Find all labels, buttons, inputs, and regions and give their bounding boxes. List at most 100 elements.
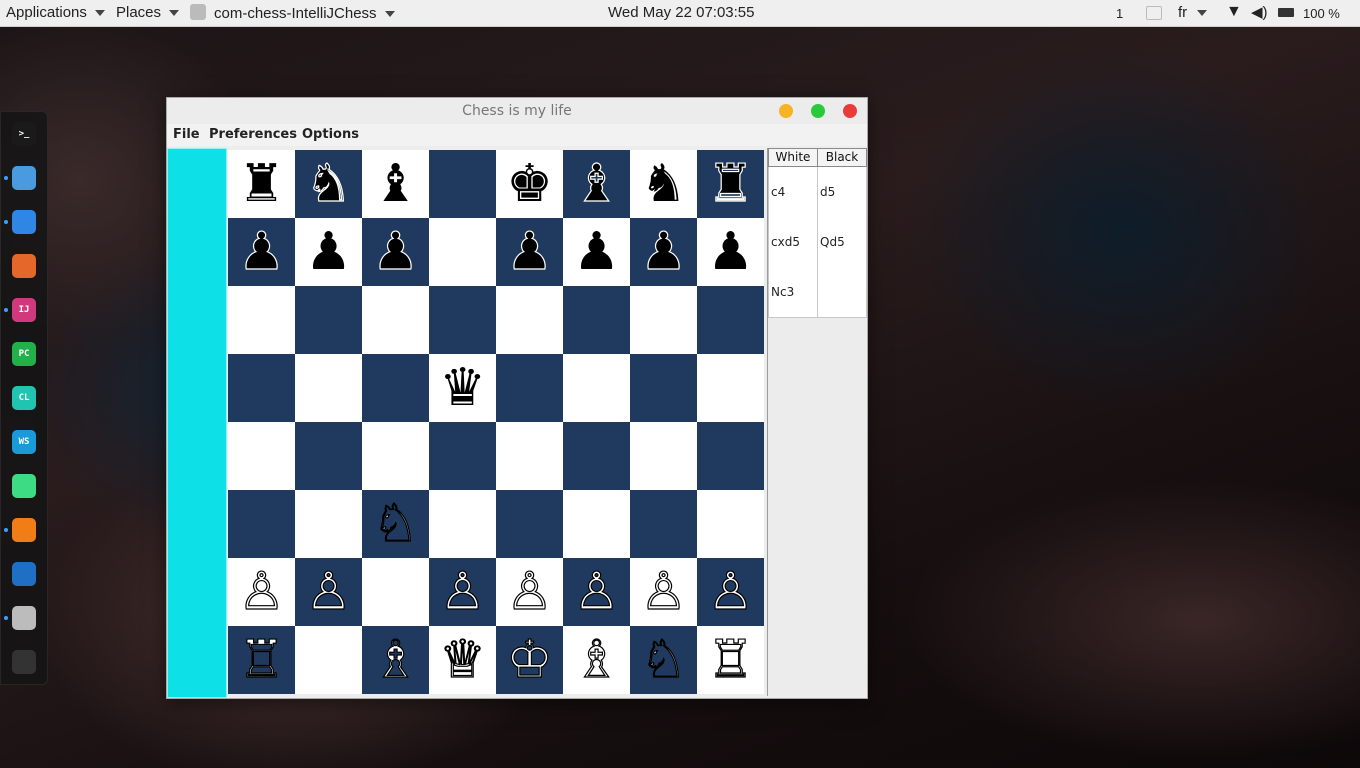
black-king-piece[interactable]: ♚	[506, 158, 553, 210]
board-square[interactable]	[697, 354, 764, 422]
clock[interactable]: Wed May 22 07:03:55	[608, 4, 754, 21]
board-square[interactable]: ♙	[429, 558, 496, 626]
board-square[interactable]	[563, 422, 630, 490]
board-square[interactable]	[496, 354, 563, 422]
close-button[interactable]	[843, 104, 857, 118]
maximize-button[interactable]	[811, 104, 825, 118]
black-pawn-piece[interactable]: ♟	[573, 226, 620, 278]
intellij-icon[interactable]: IJ	[12, 298, 36, 322]
white-rook-piece[interactable]: ♖	[707, 633, 755, 686]
black-knight-piece[interactable]: ♞	[640, 158, 687, 210]
black-move-cell[interactable]	[817, 267, 866, 317]
keyboard-layout-menu[interactable]: fr	[1178, 4, 1208, 21]
board-square[interactable]: ♟	[362, 218, 429, 286]
board-square[interactable]: ♟	[496, 218, 563, 286]
vscode-icon[interactable]	[12, 562, 36, 586]
black-column-header[interactable]: Black	[817, 149, 866, 166]
battery-icon[interactable]	[1278, 8, 1294, 17]
board-square[interactable]: ♗	[362, 626, 429, 694]
board-square[interactable]: ♗	[563, 626, 630, 694]
white-pawn-piece[interactable]: ♙	[640, 565, 688, 618]
board-square[interactable]: ♖	[228, 626, 295, 694]
board-square[interactable]	[362, 354, 429, 422]
board-square[interactable]	[429, 218, 496, 286]
board-square[interactable]	[228, 286, 295, 354]
board-square[interactable]: ♙	[630, 558, 697, 626]
clion-icon[interactable]: CL	[12, 386, 36, 410]
android-studio-icon[interactable]	[12, 474, 36, 498]
board-square[interactable]	[630, 286, 697, 354]
pycharm-icon[interactable]: PC	[12, 342, 36, 366]
board-square[interactable]: ♜	[228, 150, 295, 218]
white-bishop-piece[interactable]: ♗	[372, 633, 420, 686]
move-row[interactable]: cxd5 Qd5	[768, 217, 867, 268]
wifi-icon[interactable]: ▼	[1226, 3, 1242, 21]
webstorm-icon[interactable]: WS	[12, 430, 36, 454]
applications-menu[interactable]: Applications	[6, 4, 105, 21]
board-square[interactable]	[295, 490, 362, 558]
chess-icon[interactable]	[12, 606, 36, 630]
screen-icon[interactable]	[1146, 6, 1162, 20]
black-rook-piece[interactable]: ♜	[238, 158, 285, 210]
board-square[interactable]	[362, 558, 429, 626]
board-square[interactable]: ♟	[630, 218, 697, 286]
board-square[interactable]	[228, 422, 295, 490]
black-pawn-piece[interactable]: ♟	[238, 225, 286, 278]
white-column-header[interactable]: White	[769, 149, 817, 166]
black-pawn-piece[interactable]: ♟	[372, 225, 420, 278]
board-square[interactable]	[496, 490, 563, 558]
board-square[interactable]: ♘	[362, 490, 429, 558]
board-square[interactable]: ♞	[295, 150, 362, 218]
board-square[interactable]	[295, 422, 362, 490]
board-square[interactable]	[429, 422, 496, 490]
menu-file[interactable]: File	[173, 127, 200, 142]
terminal-icon[interactable]: >_	[12, 122, 36, 146]
board-square[interactable]	[697, 422, 764, 490]
black-bishop-piece[interactable]: ♝	[573, 157, 621, 210]
volume-icon[interactable]: ◀)	[1251, 3, 1268, 21]
board-square[interactable]: ♟	[228, 218, 295, 286]
white-knight-piece[interactable]: ♘	[372, 497, 420, 550]
board-square[interactable]: ♙	[563, 558, 630, 626]
white-pawn-piece[interactable]: ♙	[305, 565, 353, 618]
board-square[interactable]	[563, 490, 630, 558]
black-pawn-piece[interactable]: ♟	[640, 225, 688, 278]
board-square[interactable]: ♙	[228, 558, 295, 626]
black-move-cell[interactable]: d5	[817, 167, 866, 217]
board-square[interactable]	[295, 626, 362, 694]
white-bishop-piece[interactable]: ♗	[573, 633, 621, 686]
places-menu[interactable]: Places	[116, 4, 180, 21]
board-square[interactable]	[630, 354, 697, 422]
board-square[interactable]	[630, 422, 697, 490]
white-knight-piece[interactable]: ♘	[640, 633, 688, 686]
board-square[interactable]: ♙	[496, 558, 563, 626]
board-square[interactable]	[295, 354, 362, 422]
board-square[interactable]	[228, 490, 295, 558]
white-pawn-piece[interactable]: ♙	[506, 565, 554, 618]
white-move-cell[interactable]: c4	[769, 167, 817, 217]
board-square[interactable]	[496, 286, 563, 354]
board-square[interactable]	[630, 490, 697, 558]
white-pawn-piece[interactable]: ♙	[439, 565, 487, 618]
board-square[interactable]: ♘	[630, 626, 697, 694]
board-square[interactable]	[295, 286, 362, 354]
board-square[interactable]: ♖	[697, 626, 764, 694]
board-square[interactable]: ♝	[362, 150, 429, 218]
board-square[interactable]	[697, 490, 764, 558]
board-square[interactable]	[429, 150, 496, 218]
white-king-piece[interactable]: ♔	[506, 633, 554, 686]
title-bar[interactable]: Chess is my life	[167, 98, 867, 125]
board-square[interactable]	[563, 286, 630, 354]
white-queen-piece[interactable]: ♕	[439, 633, 487, 686]
board-square[interactable]	[697, 286, 764, 354]
finder-icon[interactable]	[12, 166, 36, 190]
move-row[interactable]: Nc3	[768, 267, 867, 318]
black-pawn-piece[interactable]: ♟	[506, 225, 554, 278]
white-pawn-piece[interactable]: ♙	[573, 565, 621, 618]
board-square[interactable]: ♙	[697, 558, 764, 626]
board-square[interactable]	[496, 422, 563, 490]
board-square[interactable]: ♚	[496, 150, 563, 218]
white-pawn-piece[interactable]: ♙	[238, 565, 286, 618]
black-bishop-piece[interactable]: ♝	[372, 158, 419, 210]
firefox-icon[interactable]	[12, 254, 36, 278]
